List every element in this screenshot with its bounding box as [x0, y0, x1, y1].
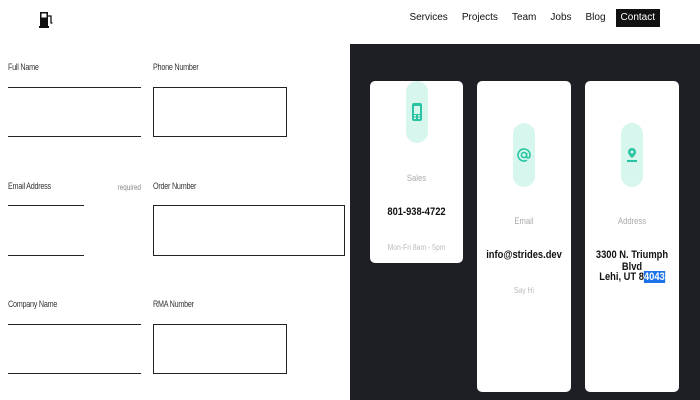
at-icon — [513, 123, 535, 187]
full-name-field[interactable] — [8, 136, 141, 137]
email-field-top[interactable] — [8, 205, 84, 206]
email-card: Email info@strides.dev Say Hi — [477, 81, 571, 392]
address-line2-prefix: Lehi, UT 8 — [599, 271, 644, 283]
sales-label: Sales — [406, 173, 427, 183]
logo-icon[interactable] — [39, 10, 55, 28]
email-address[interactable]: info@strides.dev — [484, 249, 564, 261]
contact-form: Full Name Phone Number Email Address req… — [0, 45, 350, 400]
address-selected-text: 4043 — [643, 271, 665, 283]
phone-icon — [406, 81, 428, 143]
address-line2[interactable]: Lehi, UT 84043 — [592, 271, 672, 283]
sales-hours: Mon-Fri 8am - 5pm — [387, 243, 446, 252]
address-label: Address — [617, 216, 647, 226]
rma-label: RMA Number — [153, 299, 194, 309]
full-name-field-top[interactable] — [8, 87, 141, 88]
nav-projects[interactable]: Projects — [462, 9, 498, 27]
email-required-note: required — [117, 183, 141, 192]
address-line1[interactable]: 3300 N. Triumph Blvd — [592, 249, 672, 273]
sales-card: Sales 801-938-4722 Mon-Fri 8am - 5pm — [370, 81, 463, 263]
company-field[interactable] — [8, 373, 141, 374]
nav-jobs[interactable]: Jobs — [550, 9, 571, 27]
phone-label: Phone Number — [153, 62, 199, 72]
nav-team[interactable]: Team — [512, 9, 536, 27]
nav-services[interactable]: Services — [409, 9, 447, 27]
company-label: Company Name — [8, 299, 58, 309]
sales-phone[interactable]: 801-938-4722 — [377, 206, 456, 218]
order-label: Order Number — [153, 181, 197, 191]
full-name-label: Full Name — [8, 62, 39, 72]
email-label-card: Email — [514, 216, 534, 226]
map-pin-icon — [621, 123, 643, 187]
rma-number-field[interactable] — [153, 324, 287, 374]
nav-contact-button[interactable]: Contact — [615, 9, 660, 27]
order-number-field[interactable] — [153, 205, 345, 256]
main-nav: Services Projects Team Jobs Blog Contact — [395, 9, 660, 27]
email-field[interactable] — [8, 255, 84, 256]
contact-info-panel: Sales 801-938-4722 Mon-Fri 8am - 5pm Ema… — [350, 44, 700, 400]
site-header: Services Projects Team Jobs Blog Contact — [0, 0, 700, 40]
nav-blog[interactable]: Blog — [586, 9, 606, 27]
address-card: Address 3300 N. Triumph Blvd Lehi, UT 84… — [585, 81, 679, 392]
company-field-top[interactable] — [8, 324, 141, 325]
email-label: Email Address — [8, 181, 51, 191]
phone-field[interactable] — [153, 87, 287, 137]
email-note: Say Hi — [513, 286, 535, 295]
